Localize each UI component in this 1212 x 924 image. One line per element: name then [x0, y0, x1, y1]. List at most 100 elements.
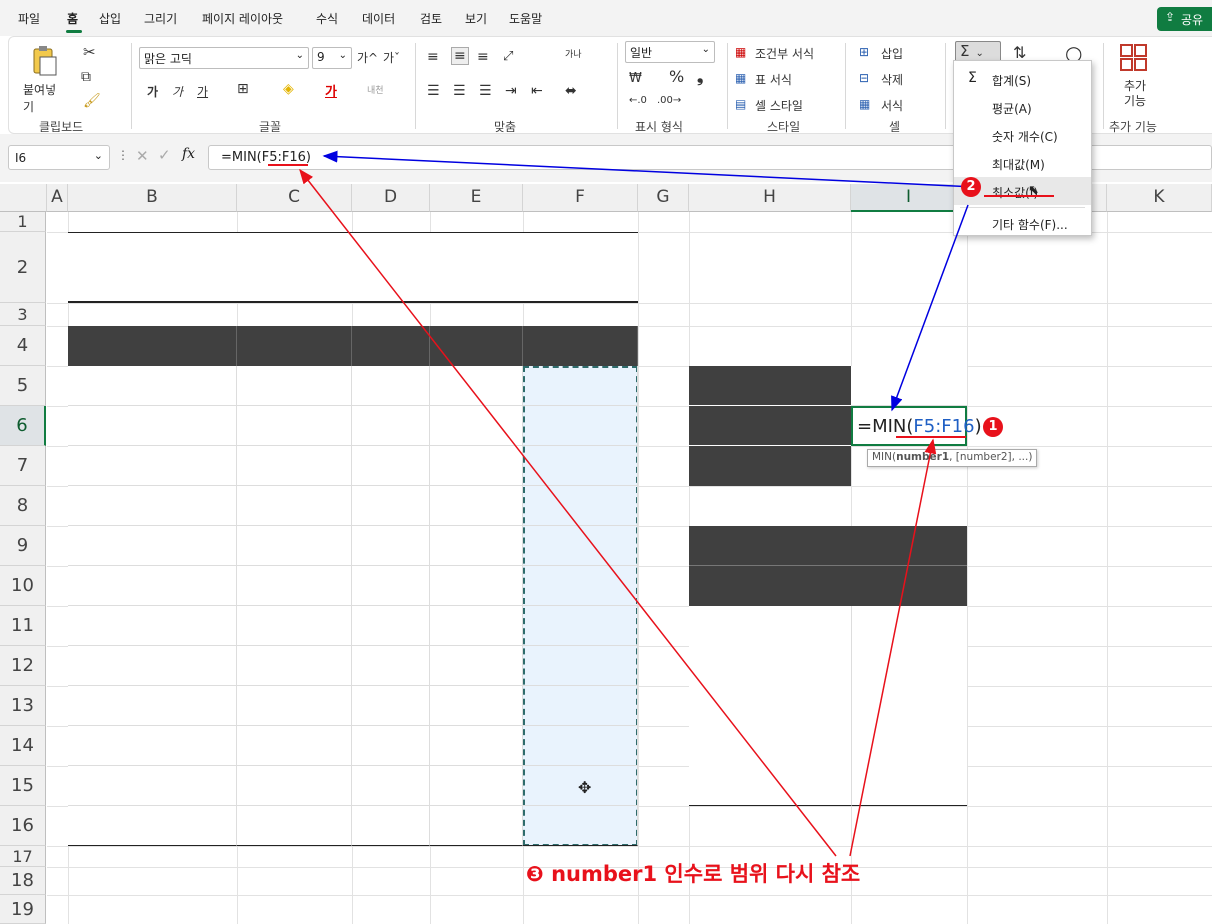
table-cell[interactable] — [68, 806, 237, 846]
menu-item-count[interactable]: 숫자 개수(C) — [954, 121, 1091, 149]
more-options-icon[interactable]: ⋮ — [117, 148, 129, 162]
table-cell[interactable] — [430, 406, 523, 446]
addins-button[interactable]: 추가 기능 — [1117, 43, 1153, 113]
table-cell[interactable] — [237, 806, 352, 846]
table-header-cell[interactable] — [237, 326, 352, 366]
max-score-value[interactable] — [851, 366, 967, 406]
table-cell[interactable] — [68, 406, 237, 446]
row-header-10[interactable]: 10 — [0, 566, 46, 606]
rank-header-score[interactable] — [851, 566, 967, 606]
row-header-19[interactable]: 19 — [0, 895, 46, 924]
italic-button[interactable]: 가 — [172, 83, 183, 100]
enter-icon[interactable]: ✓ — [158, 146, 171, 164]
align-top-icon[interactable]: ≡ — [427, 49, 439, 65]
table-cell[interactable] — [523, 606, 638, 646]
table-cell[interactable] — [430, 806, 523, 846]
column-header-f[interactable]: F — [523, 184, 638, 212]
tab-home[interactable]: 홈 — [67, 10, 78, 27]
column-header-d[interactable]: D — [352, 184, 430, 212]
row-header-14[interactable]: 14 — [0, 726, 46, 766]
table-cell[interactable] — [430, 726, 523, 766]
table-cell[interactable] — [430, 366, 523, 406]
tab-draw[interactable]: 그리기 — [144, 10, 177, 27]
rank-header-rank[interactable] — [689, 566, 851, 606]
table-cell[interactable] — [68, 766, 237, 806]
shrink-font-button[interactable]: 가ˇ — [383, 49, 400, 66]
table-cell[interactable] — [523, 686, 638, 726]
row-header-9[interactable]: 9 — [0, 526, 46, 566]
rank-score-cell[interactable] — [851, 606, 967, 646]
paste-button[interactable]: 붙여넣기 — [23, 45, 67, 114]
rank-score-cell[interactable] — [851, 646, 967, 686]
bold-button[interactable]: 가 — [147, 83, 158, 100]
table-cell[interactable] — [68, 686, 237, 726]
table-cell[interactable] — [237, 486, 352, 526]
align-right-icon[interactable]: ☰ — [479, 83, 492, 99]
table-cell[interactable] — [430, 686, 523, 726]
wrap-text-button[interactable]: 가나 — [565, 47, 582, 60]
phonetic-button[interactable]: 내천 — [367, 83, 384, 96]
table-cell[interactable] — [237, 566, 352, 606]
select-all-corner[interactable] — [0, 184, 47, 212]
grow-font-button[interactable]: 가^ — [357, 49, 378, 66]
table-cell[interactable] — [430, 486, 523, 526]
tab-file[interactable]: 파일 — [18, 10, 40, 27]
min-score-label[interactable] — [689, 406, 851, 446]
table-cell[interactable] — [237, 646, 352, 686]
conditional-format-button[interactable]: 조건부 서식 — [755, 45, 814, 62]
column-header-b[interactable]: B — [68, 184, 237, 212]
table-cell[interactable] — [430, 646, 523, 686]
menu-item-max[interactable]: 최대값(M) — [954, 149, 1091, 177]
cut-icon[interactable]: ✂ — [83, 43, 96, 61]
row-header-17[interactable]: 17 — [0, 846, 46, 867]
row-header-13[interactable]: 13 — [0, 686, 46, 726]
row-header-3[interactable]: 3 — [0, 303, 46, 326]
column-header-k[interactable]: K — [1107, 184, 1212, 212]
row-header-8[interactable]: 8 — [0, 486, 46, 526]
table-cell[interactable] — [68, 646, 237, 686]
insert-cells-button[interactable]: 삽입 — [881, 45, 903, 62]
table-cell[interactable] — [430, 446, 523, 486]
table-cell[interactable] — [237, 406, 352, 446]
table-cell[interactable] — [237, 766, 352, 806]
rank-cell[interactable] — [689, 766, 851, 806]
delete-cells-button[interactable]: 삭제 — [881, 71, 903, 88]
table-cell[interactable] — [352, 446, 430, 486]
share-button[interactable]: ⇪ 공유 — [1157, 7, 1212, 31]
tab-formulas[interactable]: 수식 — [316, 10, 338, 27]
table-header-cell[interactable] — [352, 326, 430, 366]
table-cell[interactable] — [523, 566, 638, 606]
tab-help[interactable]: 도움말 — [509, 10, 542, 27]
align-middle-icon[interactable]: ≡ — [451, 47, 469, 65]
align-bottom-icon[interactable]: ≡ — [477, 49, 489, 65]
table-cell[interactable] — [352, 366, 430, 406]
menu-item-sum[interactable]: Σ 합계(S) — [954, 65, 1091, 93]
table-cell[interactable] — [352, 566, 430, 606]
row-header-7[interactable]: 7 — [0, 446, 46, 486]
rank-cell[interactable] — [689, 646, 851, 686]
row-header-2[interactable]: 2 — [0, 232, 46, 303]
font-size-dropdown[interactable]: 9 ⌄ — [312, 47, 352, 69]
accounting-format-icon[interactable]: ₩ — [629, 71, 642, 86]
table-cell[interactable] — [523, 486, 638, 526]
tab-insert[interactable]: 삽입 — [99, 10, 121, 27]
table-cell[interactable] — [352, 606, 430, 646]
table-cell[interactable] — [68, 366, 237, 406]
table-cell[interactable] — [352, 646, 430, 686]
column-header-h[interactable]: H — [689, 184, 851, 212]
table-cell[interactable] — [352, 686, 430, 726]
menu-item-average[interactable]: 평균(A) — [954, 93, 1091, 121]
row-header-4[interactable]: 4 — [0, 326, 46, 366]
table-cell[interactable] — [68, 486, 237, 526]
table-cell[interactable] — [237, 726, 352, 766]
borders-icon[interactable]: ⊞ — [237, 81, 249, 97]
table-cell[interactable] — [237, 606, 352, 646]
merge-center-icon[interactable]: ⬌ — [565, 83, 577, 99]
table-cell[interactable] — [523, 446, 638, 486]
table-cell[interactable] — [68, 606, 237, 646]
table-cell[interactable] — [430, 566, 523, 606]
row-header-16[interactable]: 16 — [0, 806, 46, 846]
table-header-cell[interactable] — [68, 326, 237, 366]
underline-button[interactable]: 가 — [197, 83, 208, 100]
column-header-g[interactable]: G — [638, 184, 689, 212]
